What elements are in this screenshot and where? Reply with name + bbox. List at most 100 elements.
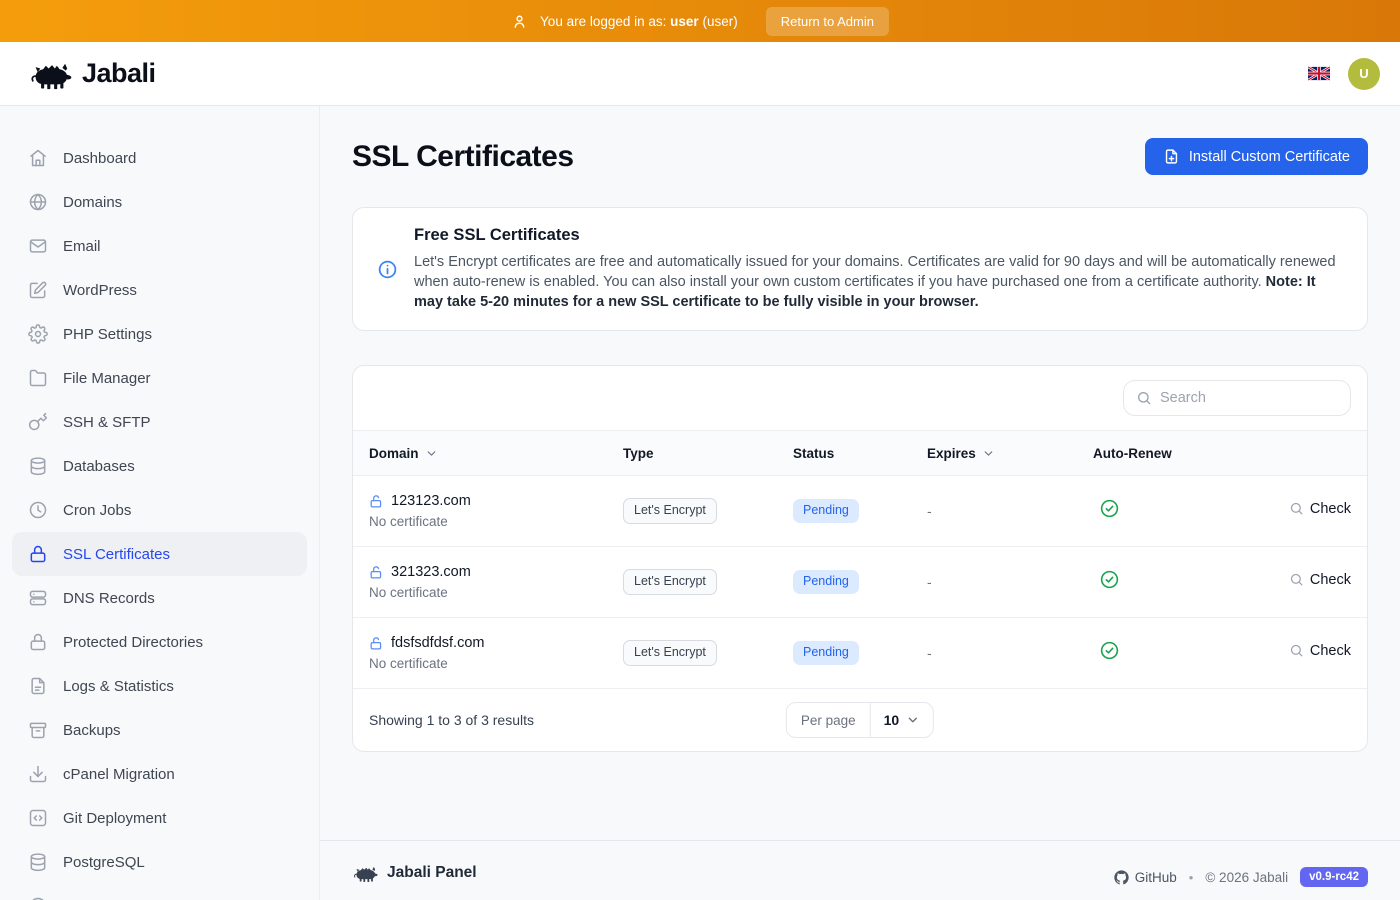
sidebar-item-label: Email	[63, 238, 101, 255]
expires-value: -	[927, 503, 1093, 519]
boar-logo-icon	[352, 863, 378, 883]
type-badge: Let's Encrypt	[623, 498, 717, 524]
lock-icon	[28, 632, 48, 652]
sort-chevron-icon[interactable]	[982, 447, 995, 460]
sort-chevron-icon[interactable]	[425, 447, 438, 460]
sidebar-item-protected-directories[interactable]: Protected Directories	[12, 620, 307, 664]
domain-link[interactable]: 123123.com	[391, 493, 471, 509]
footer-brand: Jabali Panel	[352, 863, 477, 883]
per-page-label: Per page	[787, 703, 871, 737]
certificate-status-text: No certificate	[369, 514, 623, 529]
sidebar-item-email[interactable]: Email	[12, 224, 307, 268]
sidebar-item-git-deployment[interactable]: Git Deployment	[12, 796, 307, 840]
table-body: 123123.com No certificate Let's Encrypt …	[353, 476, 1367, 689]
server-icon	[28, 588, 48, 608]
mail-icon	[28, 236, 48, 256]
sidebar-item-wordpress[interactable]: WordPress	[12, 268, 307, 312]
sidebar-item-ssl-certificates[interactable]: SSL Certificates	[12, 532, 307, 576]
sidebar-item-label: Protected Directories	[63, 634, 203, 651]
impersonation-banner: You are logged in as: user (user) Return…	[0, 0, 1400, 42]
table-row: 321323.com No certificate Let's Encrypt …	[353, 547, 1367, 618]
github-icon	[1114, 870, 1129, 885]
sidebar-item-postgresql[interactable]: PostgreSQL	[12, 840, 307, 884]
search-icon	[1289, 501, 1304, 516]
sidebar-item-label: Dashboard	[63, 150, 136, 167]
sidebar-item-file-manager[interactable]: File Manager	[12, 356, 307, 400]
gear-icon	[28, 324, 48, 344]
search-icon	[1289, 643, 1304, 658]
info-banner: Free SSL Certificates Let's Encrypt cert…	[352, 207, 1368, 331]
lock-icon	[28, 544, 48, 564]
footer: Jabali Panel GitHub • © 2026 Jabali v0.9…	[320, 840, 1400, 900]
check-action[interactable]: Check	[1289, 643, 1351, 659]
search-box	[1123, 380, 1351, 416]
brand-name: Jabali	[82, 58, 156, 89]
sidebar-item-label: SSH & SFTP	[63, 414, 151, 431]
chevron-down-icon	[906, 713, 920, 727]
footer-brand-name: Jabali Panel	[387, 864, 477, 882]
auto-renew-check-icon	[1099, 569, 1120, 590]
sidebar-item-domains[interactable]: Domains	[12, 180, 307, 224]
check-action[interactable]: Check	[1289, 501, 1351, 517]
domain-link[interactable]: 321323.com	[391, 564, 471, 580]
sidebar-item-php-settings[interactable]: PHP Settings	[12, 312, 307, 356]
archive-icon	[28, 720, 48, 740]
expires-value: -	[927, 574, 1093, 590]
language-flag-icon[interactable]	[1308, 66, 1330, 81]
avatar[interactable]: U	[1348, 58, 1380, 90]
expires-value: -	[927, 645, 1093, 661]
install-custom-certificate-button[interactable]: Install Custom Certificate	[1145, 138, 1368, 175]
sidebar-item-label: Domains	[63, 194, 122, 211]
table-header-row: DomainTypeStatusExpiresAuto-Renew	[353, 430, 1367, 476]
sidebar-item-next-item-partial[interactable]	[12, 884, 307, 900]
search-input[interactable]	[1160, 390, 1347, 406]
per-page-select[interactable]: 10	[871, 703, 934, 737]
sidebar-item-label: cPanel Migration	[63, 766, 175, 783]
logged-in-role: (user)	[702, 14, 737, 29]
search-icon	[1136, 390, 1152, 406]
sidebar-item-backups[interactable]: Backups	[12, 708, 307, 752]
domain-link[interactable]: fdsfsdfdsf.com	[391, 635, 484, 651]
return-to-admin-button[interactable]: Return to Admin	[766, 7, 889, 36]
sidebar-item-label: PHP Settings	[63, 326, 152, 343]
sidebar-item-label: Logs & Statistics	[63, 678, 174, 695]
app-header: Jabali U	[0, 42, 1400, 106]
search-icon	[1289, 572, 1304, 587]
footer-separator: •	[1189, 870, 1194, 885]
check-action[interactable]: Check	[1289, 572, 1351, 588]
sidebar-item-label: Databases	[63, 458, 135, 475]
auto-renew-check-icon	[1099, 498, 1120, 519]
column-header-expires[interactable]: Expires	[927, 446, 1093, 461]
sidebar-item-logs-statistics[interactable]: Logs & Statistics	[12, 664, 307, 708]
code-square-icon	[28, 808, 48, 828]
sidebar-item-dashboard[interactable]: Dashboard	[12, 136, 307, 180]
column-header-domain[interactable]: Domain	[369, 446, 623, 461]
certificate-status-text: No certificate	[369, 585, 623, 600]
boar-logo-icon	[28, 57, 72, 91]
type-badge: Let's Encrypt	[623, 640, 717, 666]
sidebar-item-cpanel-migration[interactable]: cPanel Migration	[12, 752, 307, 796]
table-row: fdsfsdfdsf.com No certificate Let's Encr…	[353, 618, 1367, 689]
pagination: Showing 1 to 3 of 3 results Per page 10	[353, 689, 1367, 751]
github-link[interactable]: GitHub	[1114, 870, 1177, 885]
unlock-icon	[369, 565, 384, 580]
sidebar-item-label: File Manager	[63, 370, 151, 387]
clock-icon	[28, 500, 48, 520]
file-plus-icon	[1163, 148, 1180, 165]
sidebar-item-databases[interactable]: Databases	[12, 444, 307, 488]
sidebar-item-label: Backups	[63, 722, 121, 739]
edit-icon	[28, 280, 48, 300]
home-icon	[28, 148, 48, 168]
brand-logo[interactable]: Jabali	[28, 57, 156, 91]
column-header-status: Status	[793, 446, 927, 461]
sidebar-item-label: PostgreSQL	[63, 854, 145, 871]
file-text-icon	[28, 676, 48, 696]
unlock-icon	[369, 636, 384, 651]
key-icon	[28, 412, 48, 432]
version-badge: v0.9-rc42	[1300, 867, 1368, 887]
logged-in-username: user	[670, 14, 699, 29]
sidebar-item-ssh-sftp[interactable]: SSH & SFTP	[12, 400, 307, 444]
unlock-icon	[369, 494, 384, 509]
sidebar-item-cron-jobs[interactable]: Cron Jobs	[12, 488, 307, 532]
sidebar-item-dns-records[interactable]: DNS Records	[12, 576, 307, 620]
